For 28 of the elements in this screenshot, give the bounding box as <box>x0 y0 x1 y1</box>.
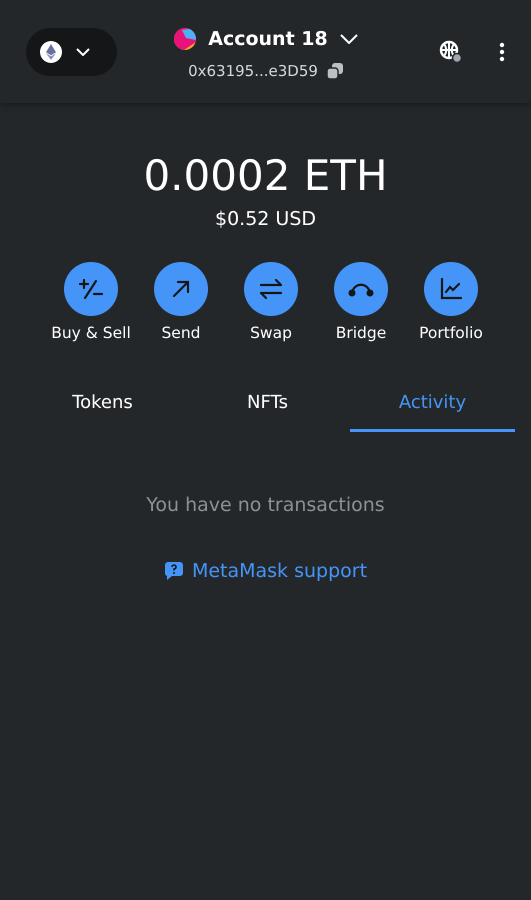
account-selector[interactable]: Account 18 <box>174 28 358 50</box>
network-selector[interactable] <box>26 28 117 76</box>
action-button[interactable]: Portfolio <box>406 262 496 342</box>
bridge-icon <box>347 281 375 297</box>
chevron-down-icon <box>76 48 90 56</box>
account-address: 0x63195...e3D59 <box>188 62 318 80</box>
help-chat-icon <box>164 561 184 581</box>
line-chart-icon <box>439 277 463 301</box>
action-button[interactable]: Swap <box>226 262 316 342</box>
more-options-icon[interactable] <box>499 42 505 62</box>
action-button[interactable]: Send <box>136 262 226 342</box>
empty-state-message: You have no transactions <box>145 494 386 516</box>
tab[interactable]: Tokens <box>20 382 185 432</box>
action-button[interactable]: Buy & Sell <box>46 262 136 342</box>
copy-icon[interactable] <box>326 62 344 80</box>
tab[interactable]: Activity <box>350 382 515 432</box>
chevron-down-icon <box>340 34 358 44</box>
support-link[interactable]: MetaMask support <box>164 560 368 582</box>
arrow-up-right-icon <box>171 279 191 299</box>
account-avatar-icon <box>174 28 196 50</box>
plus-minus-icon <box>78 278 104 300</box>
tab[interactable]: NFTs <box>185 382 350 432</box>
swap-arrows-icon <box>258 278 284 300</box>
action-button[interactable]: Bridge <box>316 262 406 342</box>
ethereum-icon <box>40 40 62 62</box>
eth-balance: 0.0002 ETH <box>143 151 388 200</box>
usd-balance: $0.52 USD <box>214 208 316 230</box>
globe-icon[interactable] <box>439 40 463 64</box>
